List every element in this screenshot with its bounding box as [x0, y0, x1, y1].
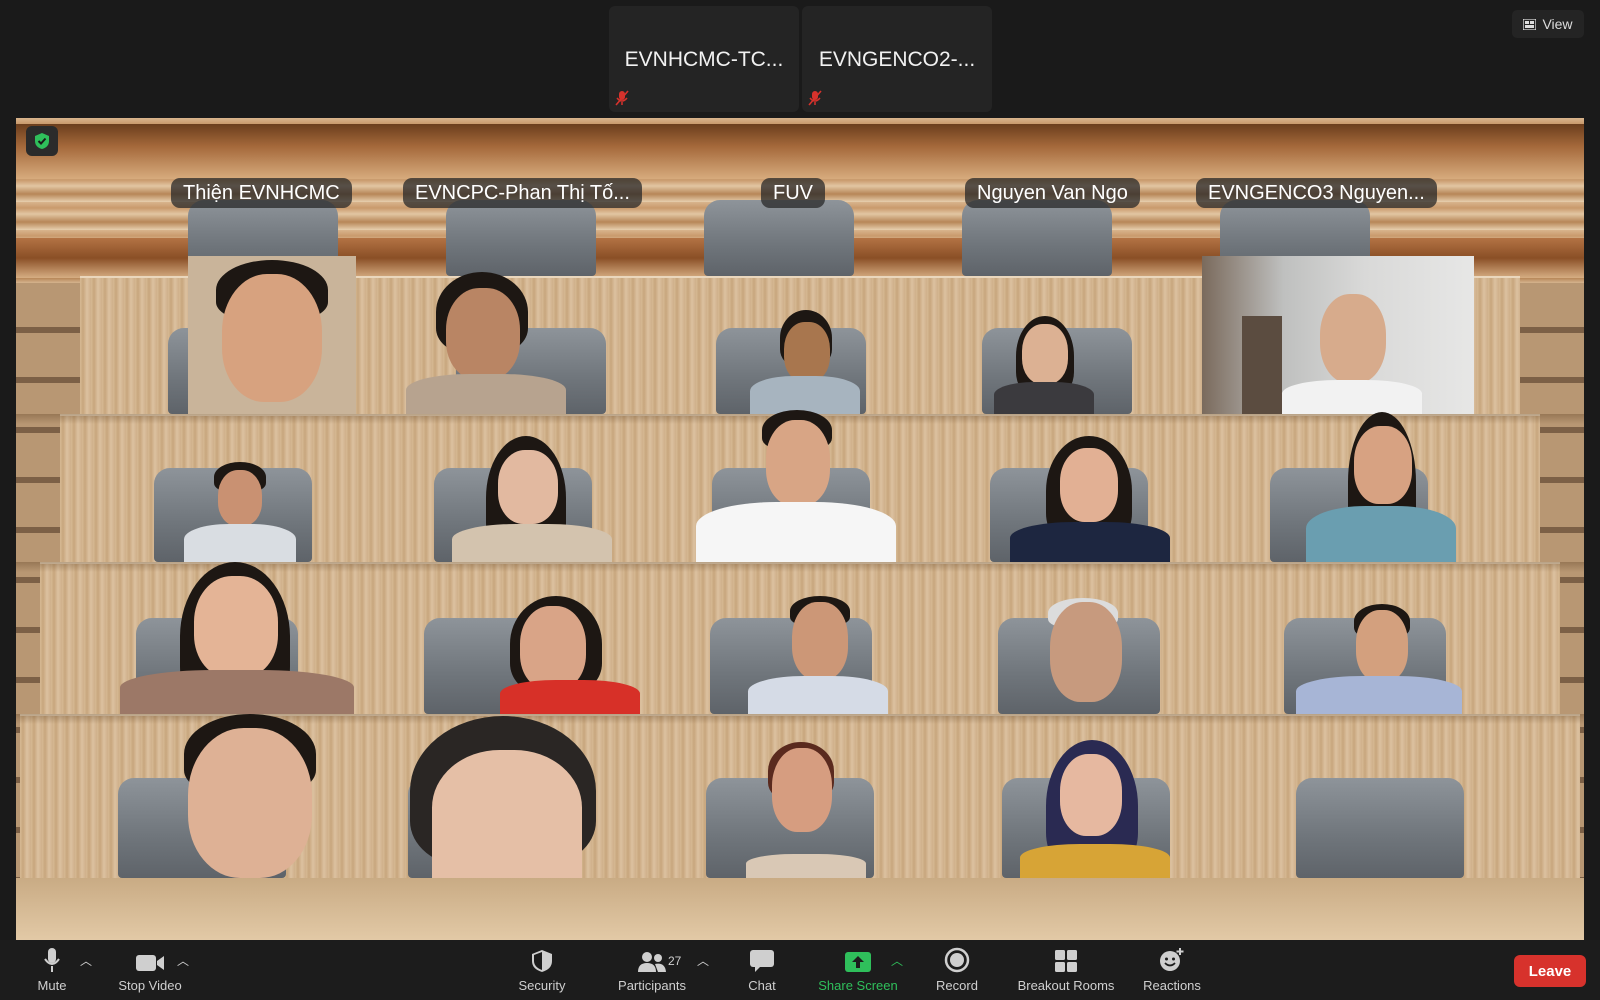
encryption-shield-button[interactable]: [26, 126, 58, 156]
participants-label: Participants: [618, 978, 686, 993]
view-label: View: [1542, 16, 1573, 32]
chat-button[interactable]: Chat: [732, 940, 792, 1000]
chat-label: Chat: [748, 978, 776, 993]
stop-video-button[interactable]: Stop Video: [110, 940, 190, 1000]
video-camera-icon: [136, 955, 164, 971]
share-options-caret-icon[interactable]: ︿: [891, 952, 903, 969]
view-button[interactable]: View: [1512, 10, 1584, 38]
participant-video[interactable]: [500, 596, 640, 714]
seat: [1296, 778, 1464, 878]
seat: [446, 200, 596, 276]
participant-thumbnail[interactable]: EVNHCMC-TC...: [609, 6, 799, 112]
immersive-gallery-view: Thiện EVNHCMC EVNCPC-Phan Thị Tố... FUV …: [16, 118, 1584, 940]
reactions-button[interactable]: Reactions: [1136, 940, 1208, 1000]
participant-name-tag: Nguyen Van Ngo: [965, 178, 1140, 208]
participant-name-tag: EVNCPC-Phan Thị Tố...: [403, 178, 642, 208]
participant-video[interactable]: [1020, 740, 1170, 878]
participant-video[interactable]: [1010, 436, 1170, 562]
participants-options-caret-icon[interactable]: ︿: [697, 952, 709, 969]
security-label: Security: [518, 978, 566, 993]
mic-off-icon: [615, 90, 629, 106]
reactions-label: Reactions: [1143, 978, 1201, 993]
participant-video[interactable]: [738, 310, 868, 414]
participants-icon: [638, 952, 666, 972]
emoji-plus-icon: [1160, 948, 1184, 971]
record-label: Record: [936, 978, 978, 993]
seat: [704, 200, 854, 276]
stop-video-label: Stop Video: [118, 978, 182, 993]
share-screen-icon: [845, 952, 871, 972]
participant-video[interactable]: [696, 410, 896, 562]
participant-video[interactable]: [174, 460, 304, 562]
wall-stripe: [16, 124, 1584, 179]
participant-video[interactable]: [1024, 596, 1154, 714]
breakout-rooms-icon: [1055, 950, 1077, 972]
thumbnail-name: EVNGENCO2-...: [818, 48, 976, 71]
top-thumbnail-strip: EVNHCMC-TC... EVNGENCO2-... View: [0, 0, 1600, 118]
thumbnail-name: EVNHCMC-TC...: [624, 48, 784, 71]
record-icon: [944, 947, 970, 973]
participant-video[interactable]: [1202, 256, 1474, 414]
breakout-rooms-button[interactable]: Breakout Rooms: [1012, 940, 1120, 1000]
record-button[interactable]: Record: [926, 940, 988, 1000]
participant-video[interactable]: [388, 270, 588, 414]
breakout-rooms-label: Breakout Rooms: [1017, 978, 1115, 993]
participant-video[interactable]: [406, 716, 606, 878]
mute-label: Mute: [37, 978, 67, 993]
chat-bubble-icon: [750, 950, 774, 972]
security-shield-icon: [532, 950, 552, 972]
microphone-icon: [44, 948, 60, 972]
participant-video[interactable]: [172, 714, 332, 878]
leave-button[interactable]: Leave: [1514, 955, 1586, 987]
video-options-caret-icon[interactable]: ︿: [177, 952, 189, 969]
participant-video[interactable]: [746, 742, 866, 878]
participant-video[interactable]: [120, 562, 354, 714]
participants-count: 27: [668, 954, 682, 968]
participant-thumbnail[interactable]: EVNGENCO2-...: [802, 6, 992, 112]
shield-check-icon: [35, 133, 49, 149]
participant-name-tag: EVNGENCO3 Nguyen...: [1196, 178, 1437, 208]
participant-name-tag: FUV: [761, 178, 825, 208]
seat: [962, 200, 1112, 276]
mic-off-icon: [808, 90, 822, 106]
security-button[interactable]: Security: [508, 940, 576, 1000]
floor: [16, 878, 1584, 940]
participant-video[interactable]: [980, 316, 1110, 414]
participants-button[interactable]: Participants: [608, 940, 696, 1000]
mute-button[interactable]: Mute: [22, 940, 82, 1000]
participant-video[interactable]: [444, 436, 620, 562]
audio-options-caret-icon[interactable]: ︿: [80, 952, 92, 969]
meeting-toolbar: Mute ︿ Stop Video ︿ Security Participant…: [0, 940, 1600, 1000]
participant-video[interactable]: [1296, 604, 1462, 714]
share-screen-button[interactable]: Share Screen: [812, 940, 904, 1000]
participant-video[interactable]: [188, 256, 356, 414]
participant-video[interactable]: [1306, 412, 1456, 562]
share-screen-label: Share Screen: [818, 978, 898, 993]
participant-video[interactable]: [738, 596, 898, 714]
grid-view-icon: [1523, 18, 1537, 30]
participant-name-tag: Thiện EVNHCMC: [171, 178, 352, 208]
